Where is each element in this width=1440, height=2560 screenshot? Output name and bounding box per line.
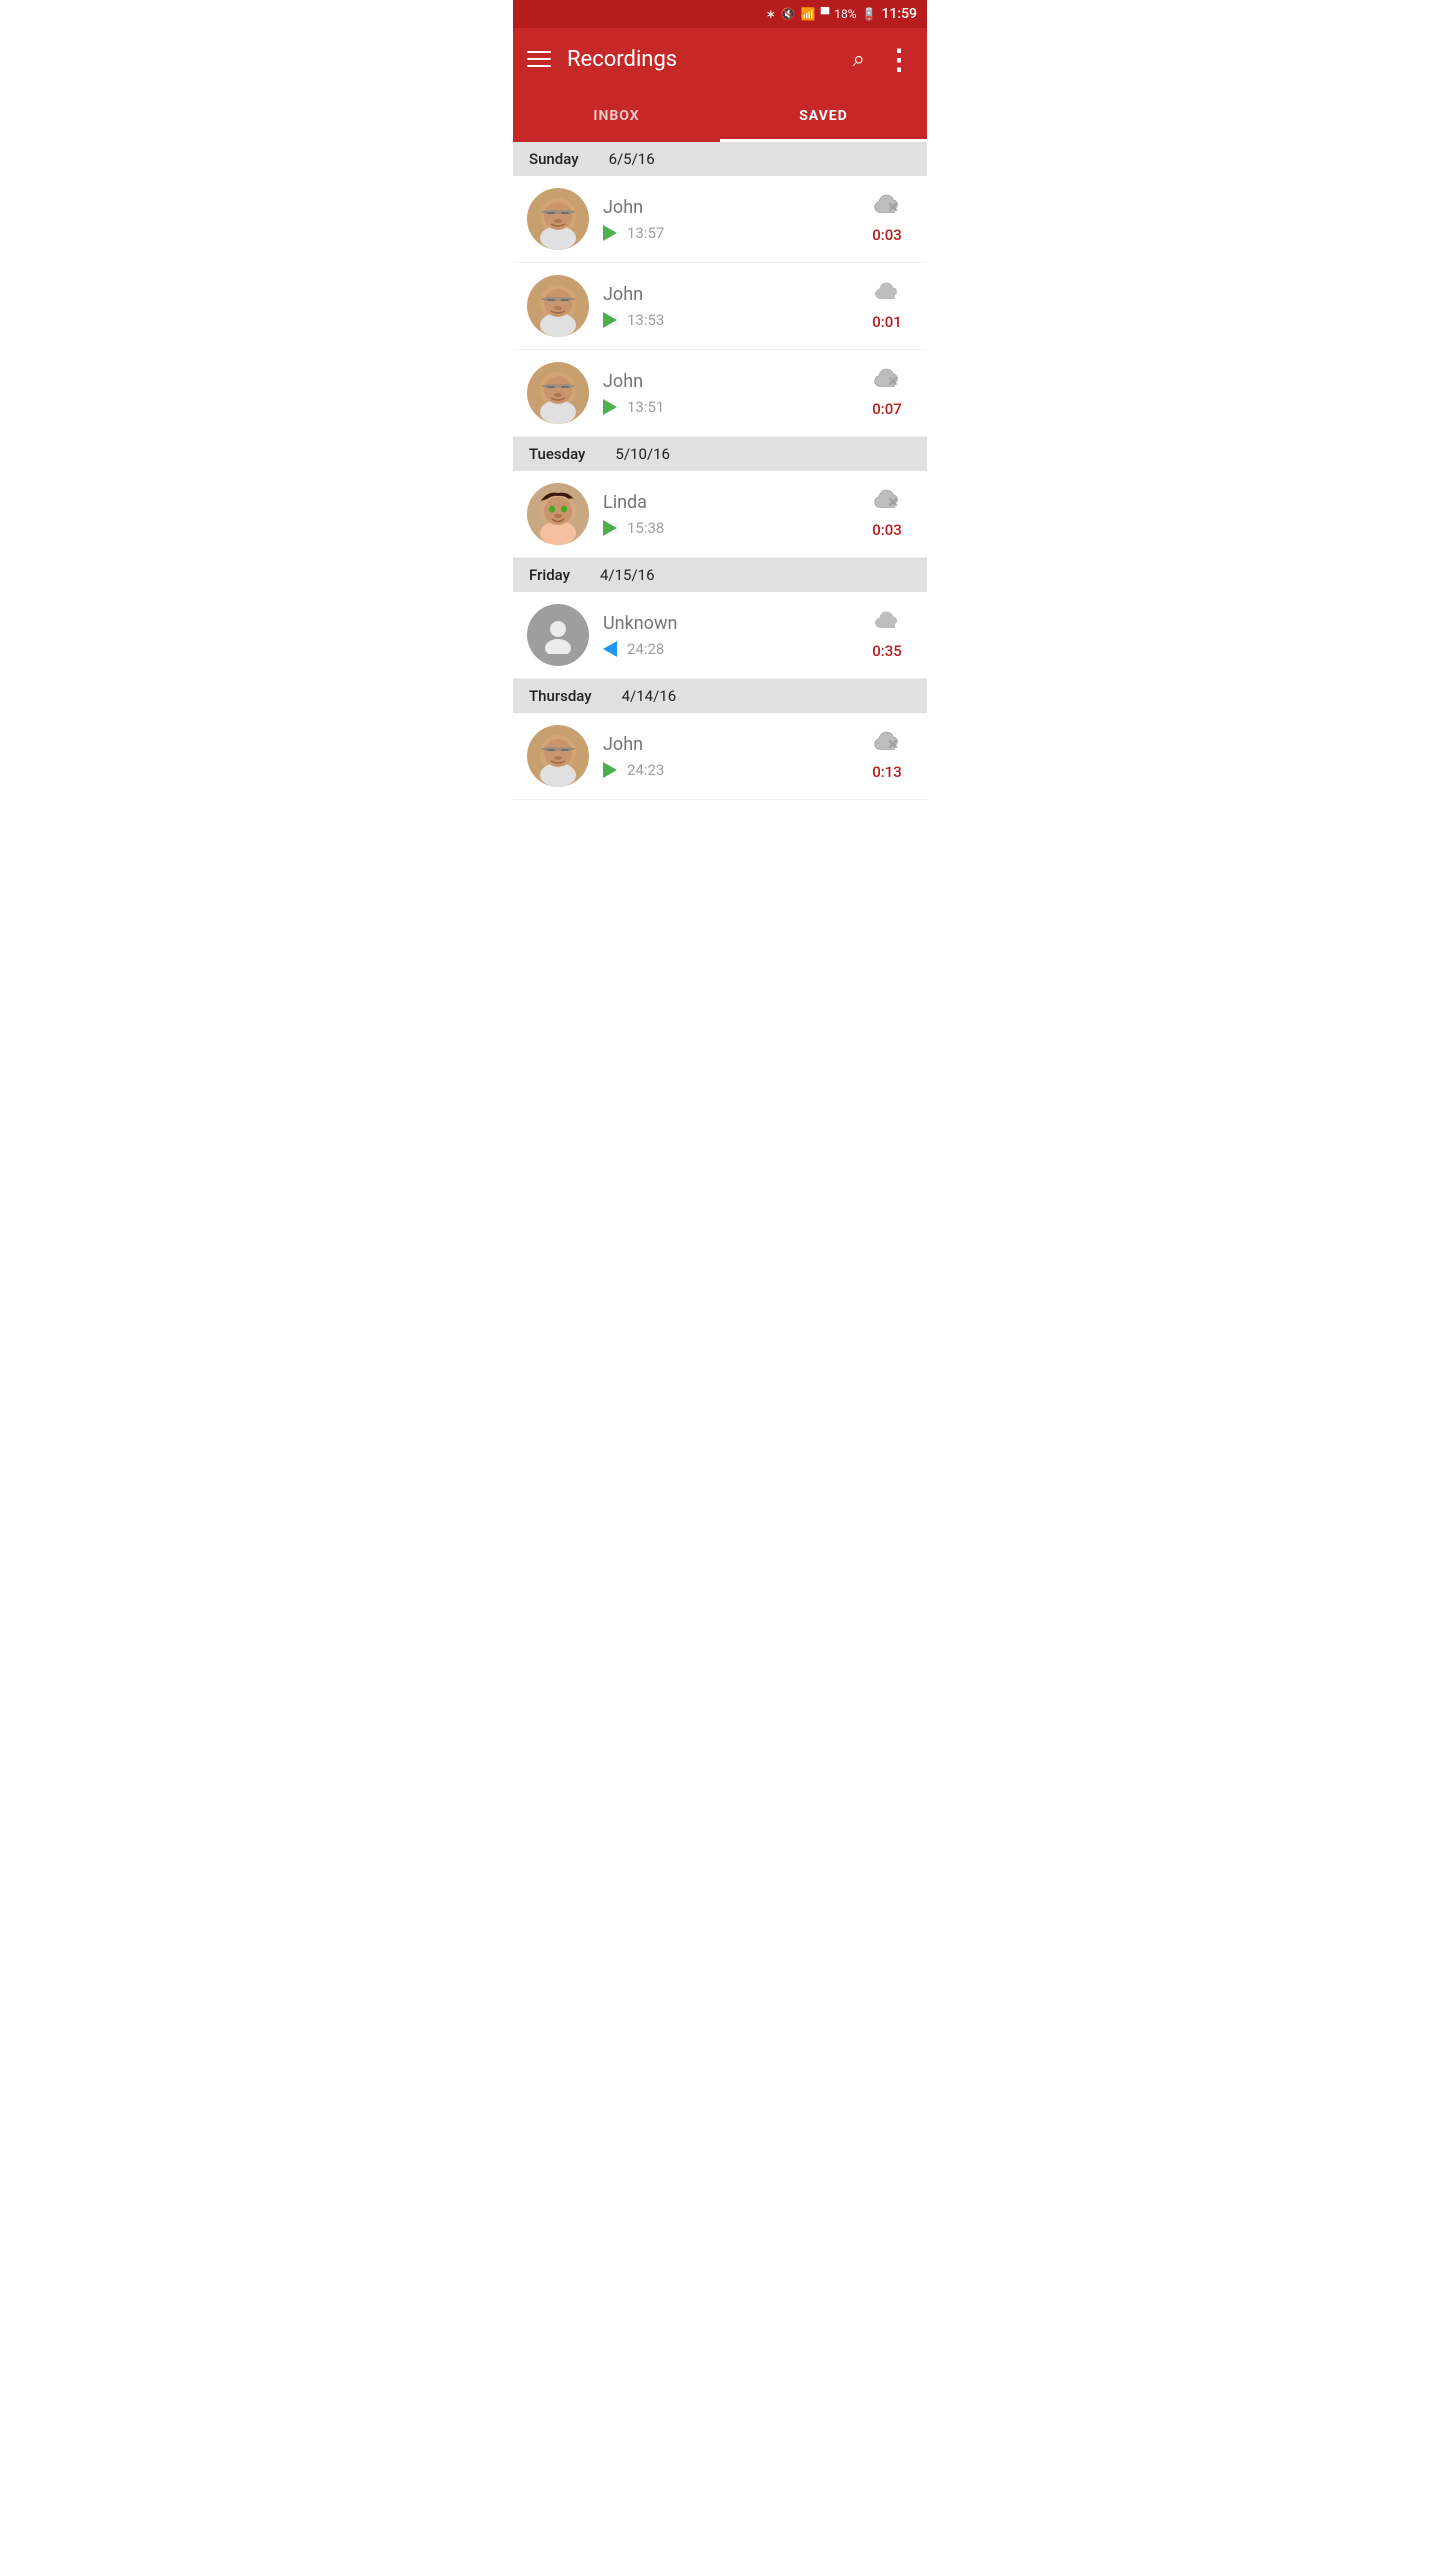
contact-name: John bbox=[603, 371, 861, 392]
cloud-icon bbox=[873, 281, 901, 309]
section-date: 4/14/16 bbox=[622, 687, 677, 705]
contact-name: John bbox=[603, 197, 861, 218]
contact-name: John bbox=[603, 734, 861, 755]
outgoing-arrow bbox=[603, 520, 617, 536]
section-header-0: Sunday 6/5/16 bbox=[513, 142, 927, 176]
bluetooth-icon: ∗ bbox=[766, 7, 776, 21]
recording-right: 0:35 bbox=[861, 610, 913, 660]
recording-meta: 13:51 bbox=[603, 398, 861, 416]
section-day: Friday bbox=[529, 566, 570, 584]
status-icons: ∗ 🔇 📶 ▀ 18% 🪫 11:59 bbox=[766, 6, 917, 22]
recording-item[interactable]: John 24:23 0:13 bbox=[513, 713, 927, 800]
recording-duration: 0:13 bbox=[872, 763, 902, 781]
app-bar-actions: ⌕ ⋮ bbox=[853, 43, 913, 76]
section-day: Sunday bbox=[529, 150, 579, 168]
page-title: Recordings bbox=[567, 47, 853, 72]
recording-info: Linda 15:38 bbox=[603, 492, 861, 537]
outgoing-arrow bbox=[603, 312, 617, 328]
signal-icon: ▀ bbox=[821, 7, 830, 21]
recording-timestamp: 13:53 bbox=[627, 311, 664, 329]
recording-info: John 24:23 bbox=[603, 734, 861, 779]
section-header-3: Thursday 4/14/16 bbox=[513, 679, 927, 713]
recording-meta: 24:23 bbox=[603, 761, 861, 779]
recording-item[interactable]: John 13:57 0:03 bbox=[513, 176, 927, 263]
recording-meta: 13:57 bbox=[603, 224, 861, 242]
contact-name: Linda bbox=[603, 492, 861, 513]
recording-item[interactable]: John 13:53 0:01 bbox=[513, 263, 927, 350]
status-bar: ∗ 🔇 📶 ▀ 18% 🪫 11:59 bbox=[513, 0, 927, 28]
recording-timestamp: 13:51 bbox=[627, 398, 664, 416]
recording-duration: 0:03 bbox=[872, 521, 902, 539]
outgoing-arrow bbox=[603, 762, 617, 778]
tab-saved[interactable]: SAVED bbox=[720, 90, 927, 142]
battery-icon: 🪫 bbox=[862, 7, 877, 21]
recording-duration: 0:35 bbox=[872, 642, 902, 660]
recording-timestamp: 13:57 bbox=[627, 224, 664, 242]
recording-duration: 0:01 bbox=[872, 313, 902, 331]
section-date: 4/15/16 bbox=[600, 566, 655, 584]
recording-timestamp: 24:28 bbox=[627, 640, 664, 658]
incoming-arrow bbox=[603, 641, 617, 657]
menu-button[interactable] bbox=[527, 51, 551, 67]
recording-right: 0:13 bbox=[861, 731, 913, 781]
recording-info: John 13:53 bbox=[603, 284, 861, 329]
recording-timestamp: 24:23 bbox=[627, 761, 664, 779]
recording-item[interactable]: Unknown 24:28 0:35 bbox=[513, 592, 927, 679]
cloud-x-icon bbox=[873, 368, 901, 396]
recording-right: 0:07 bbox=[861, 368, 913, 418]
recordings-list: Sunday 6/5/16 John 13:57 bbox=[513, 142, 927, 800]
contact-name: Unknown bbox=[603, 613, 861, 634]
section-header-2: Friday 4/15/16 bbox=[513, 558, 927, 592]
wifi-icon: 📶 bbox=[801, 7, 816, 21]
recording-duration: 0:03 bbox=[872, 226, 902, 244]
tab-inbox[interactable]: INBOX bbox=[513, 90, 720, 142]
section-date: 5/10/16 bbox=[615, 445, 670, 463]
app-bar: Recordings ⌕ ⋮ bbox=[513, 28, 927, 90]
recording-info: John 13:57 bbox=[603, 197, 861, 242]
section-day: Thursday bbox=[529, 687, 592, 705]
search-button[interactable]: ⌕ bbox=[853, 47, 865, 72]
cloud-x-icon bbox=[873, 489, 901, 517]
recording-timestamp: 15:38 bbox=[627, 519, 664, 537]
recording-info: Unknown 24:28 bbox=[603, 613, 861, 658]
recording-info: John 13:51 bbox=[603, 371, 861, 416]
tabs: INBOX SAVED bbox=[513, 90, 927, 142]
section-day: Tuesday bbox=[529, 445, 585, 463]
recording-meta: 13:53 bbox=[603, 311, 861, 329]
battery-percent: 18% bbox=[834, 7, 856, 21]
clock: 11:59 bbox=[881, 6, 917, 22]
section-date: 6/5/16 bbox=[609, 150, 655, 168]
recording-right: 0:03 bbox=[861, 194, 913, 244]
outgoing-arrow bbox=[603, 399, 617, 415]
cloud-icon bbox=[873, 610, 901, 638]
mute-icon: 🔇 bbox=[781, 7, 796, 21]
cloud-x-icon bbox=[873, 731, 901, 759]
recording-duration: 0:07 bbox=[872, 400, 902, 418]
recording-right: 0:01 bbox=[861, 281, 913, 331]
cloud-x-icon bbox=[873, 194, 901, 222]
recording-item[interactable]: John 13:51 0:07 bbox=[513, 350, 927, 437]
recording-meta: 24:28 bbox=[603, 640, 861, 658]
more-button[interactable]: ⋮ bbox=[885, 43, 913, 76]
outgoing-arrow bbox=[603, 225, 617, 241]
recording-item[interactable]: Linda 15:38 0:03 bbox=[513, 471, 927, 558]
recording-right: 0:03 bbox=[861, 489, 913, 539]
recording-meta: 15:38 bbox=[603, 519, 861, 537]
contact-name: John bbox=[603, 284, 861, 305]
section-header-1: Tuesday 5/10/16 bbox=[513, 437, 927, 471]
